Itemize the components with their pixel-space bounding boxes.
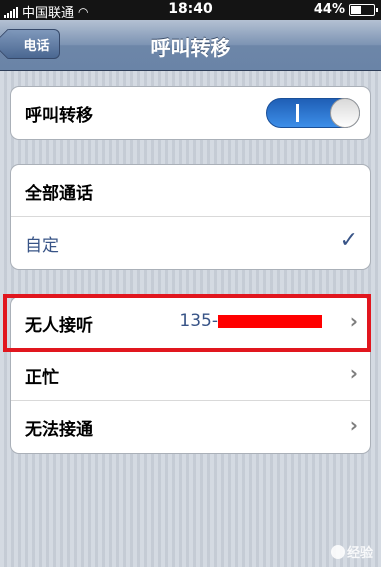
- scope-options-group: 全部通话 自定 ✓: [10, 164, 371, 270]
- call-forwarding-switch[interactable]: [266, 98, 360, 128]
- battery-label: 44%: [313, 2, 345, 17]
- rule-busy-label: 正忙: [25, 368, 59, 388]
- toggle-row-label: 呼叫转移: [25, 106, 93, 126]
- status-bar: 中国联通 ◠ 18:40 44%: [0, 0, 381, 21]
- highlight-annotation: [3, 294, 371, 352]
- option-all-calls-label: 全部通话: [25, 184, 93, 204]
- switch-on-mark: [296, 104, 299, 122]
- watermark: 经验: [330, 542, 373, 561]
- chevron-right-icon: ›: [349, 361, 358, 385]
- option-custom[interactable]: 自定 ✓: [11, 217, 370, 269]
- rule-busy[interactable]: 正忙 ›: [11, 349, 370, 401]
- navigation-bar: 电话 呼叫转移: [0, 20, 381, 71]
- call-forwarding-toggle-group: 呼叫转移: [10, 86, 371, 140]
- paw-logo-icon: [330, 544, 345, 559]
- watermark-text: 经验: [346, 546, 373, 561]
- battery-fill: [351, 5, 361, 14]
- rule-unreachable-label: 无法接通: [25, 420, 93, 440]
- call-forwarding-toggle-row: 呼叫转移: [11, 87, 370, 139]
- checkmark-icon: ✓: [339, 228, 358, 253]
- page-title: 呼叫转移: [150, 36, 231, 60]
- battery-icon: [349, 3, 378, 16]
- status-right: 44%: [313, 2, 378, 17]
- switch-knob[interactable]: [330, 98, 360, 128]
- option-custom-label: 自定: [25, 236, 59, 256]
- rule-unreachable[interactable]: 无法接通 ›: [11, 401, 370, 453]
- chevron-right-icon: ›: [349, 413, 358, 437]
- option-all-calls[interactable]: 全部通话: [11, 165, 370, 217]
